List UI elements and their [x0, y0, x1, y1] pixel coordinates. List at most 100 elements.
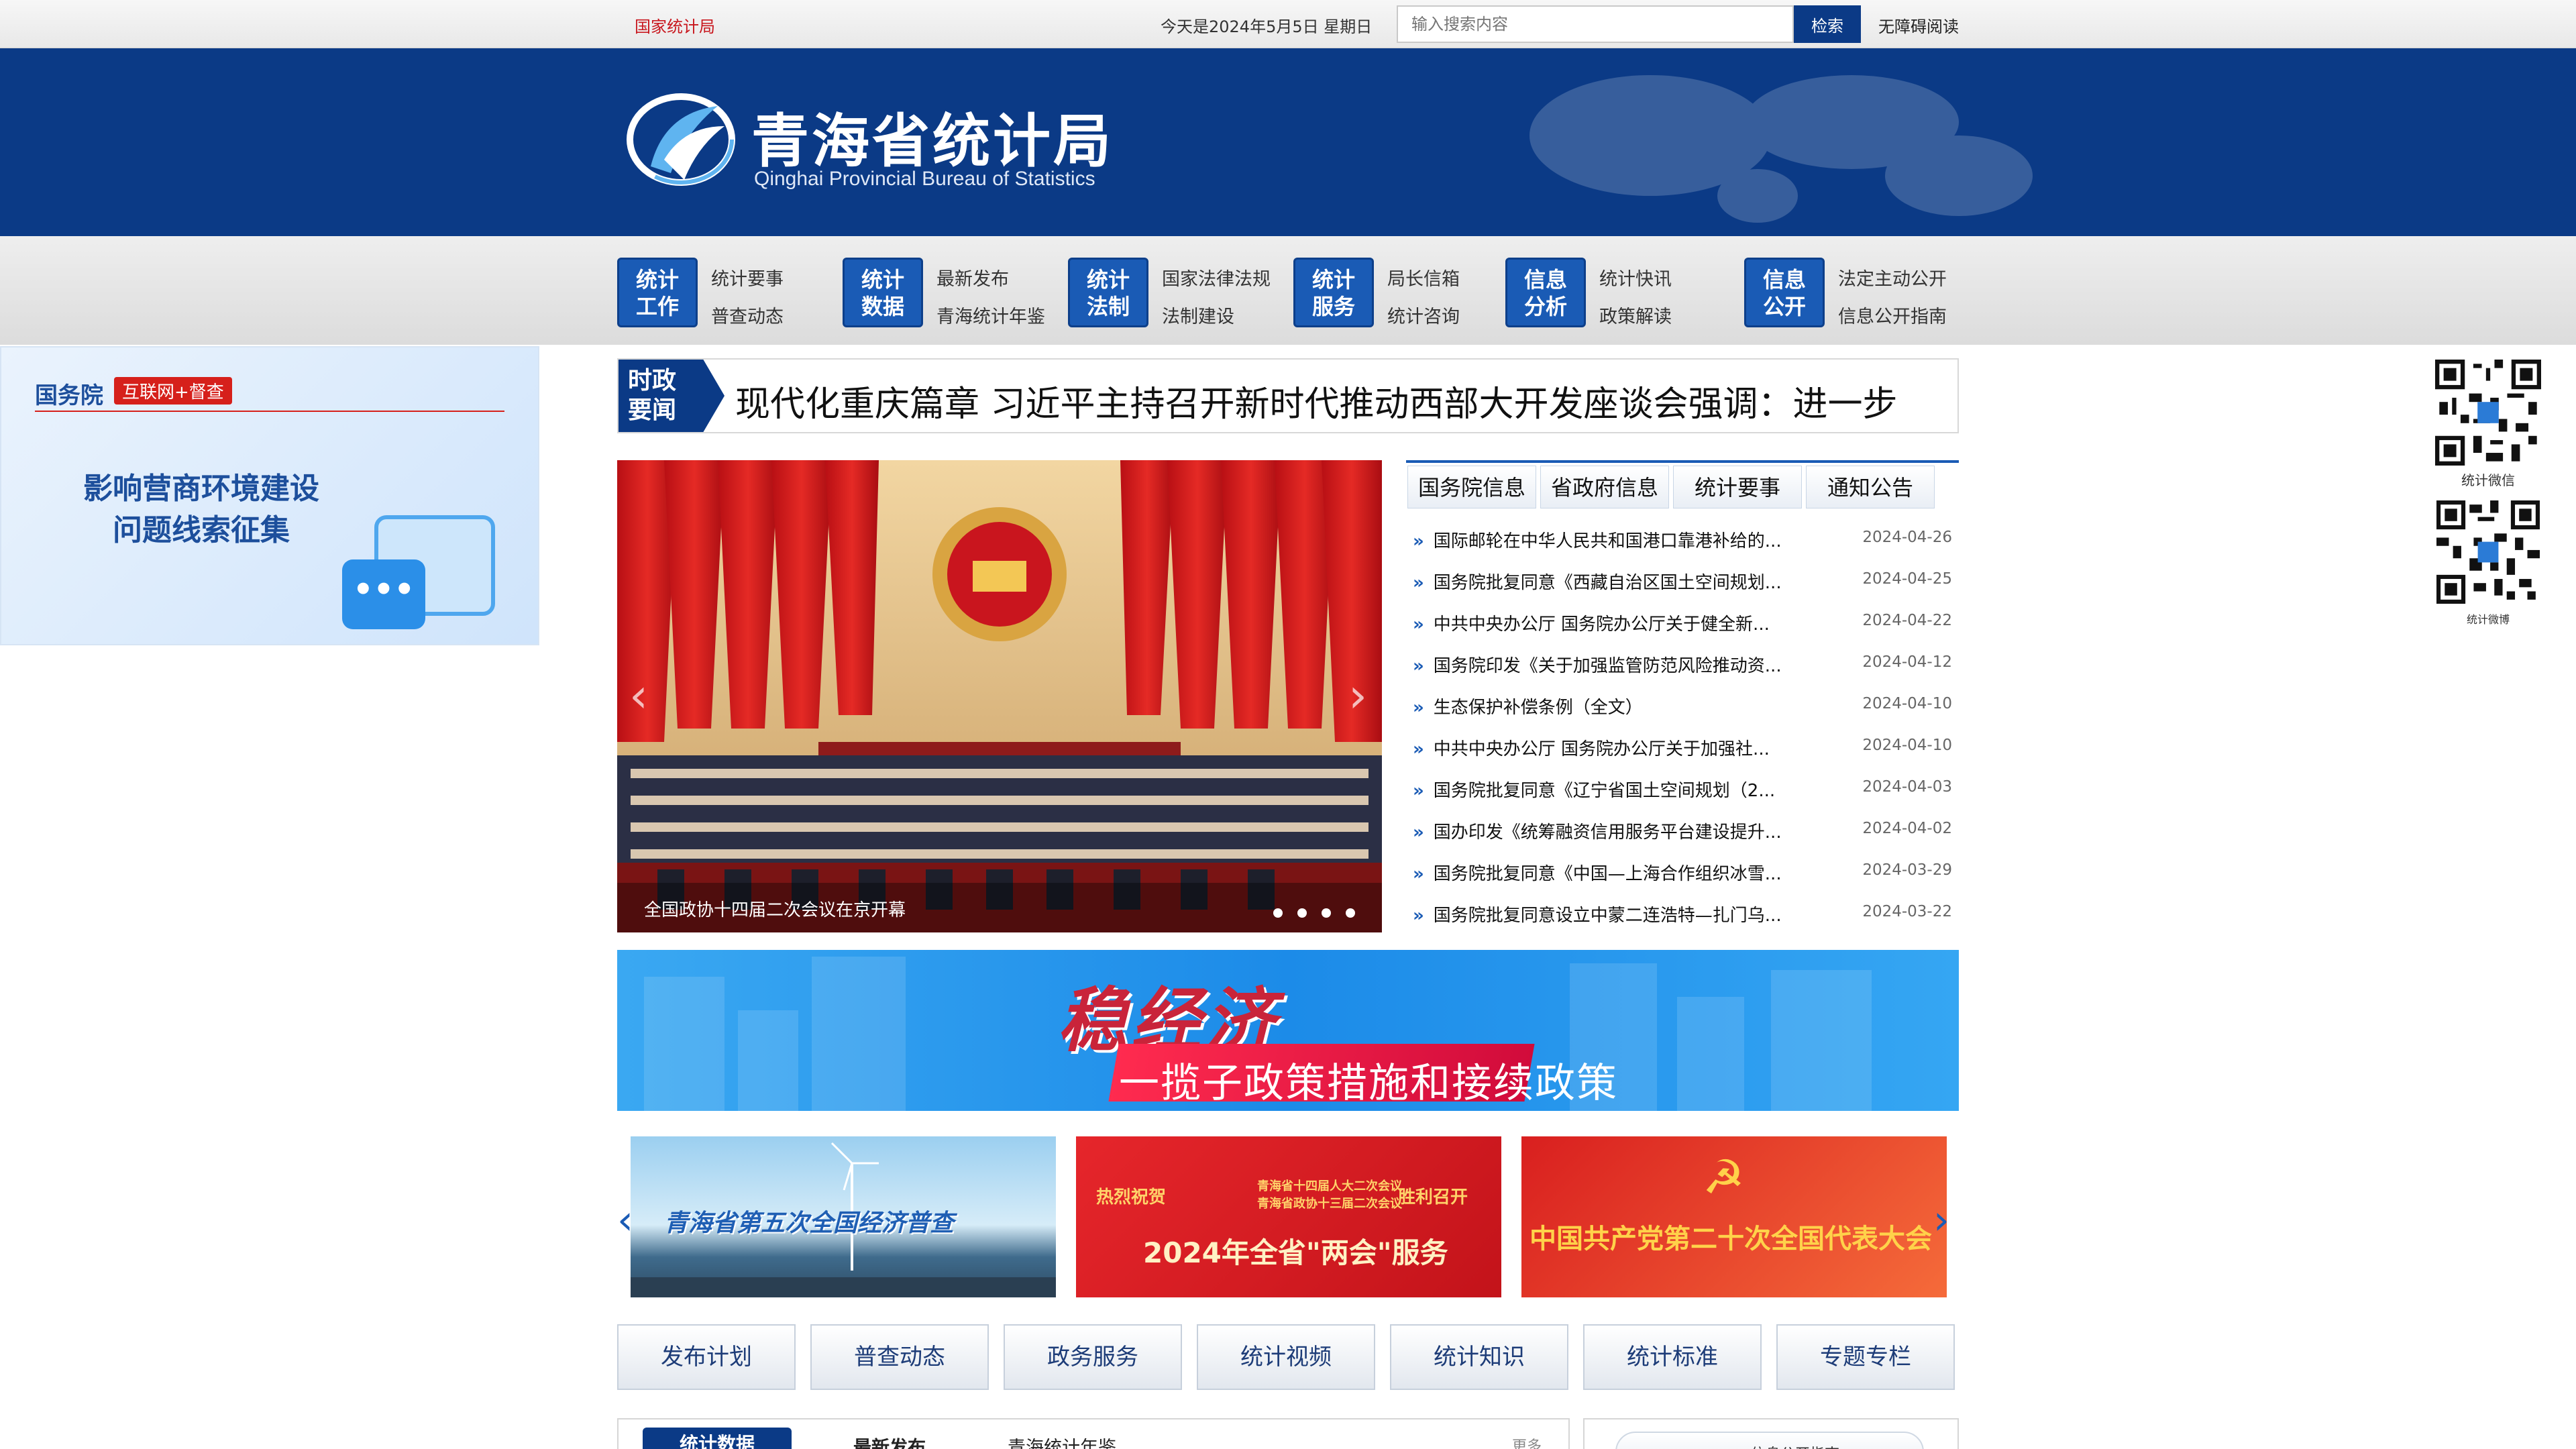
quick-link-census-news[interactable]: 普查动态	[810, 1324, 989, 1390]
nav-link[interactable]: 统计咨询	[1387, 302, 1460, 328]
building-shape	[1677, 997, 1744, 1111]
nav-badge[interactable]: 统计 数据	[843, 258, 923, 327]
promo-two-sessions-mid: 青海省十四届人大二次会议	[1257, 1179, 1402, 1193]
news-item[interactable]: » 国务院印发《关于加强监管防范风险推动资... 2024-04-12	[1413, 652, 1959, 679]
tab-state-council[interactable]: 国务院信息	[1407, 466, 1536, 508]
nav-link[interactable]: 法定主动公开	[1838, 264, 1947, 290]
promo-two-sessions-text: 2024年全省"两会"服务	[1143, 1236, 1448, 1269]
promo-two-sessions[interactable]: 热烈祝贺 青海省十四届人大二次会议 青海省政协十三届二次会议 胜利召开 2024…	[1076, 1136, 1501, 1297]
nav-link[interactable]: 法制建设	[1162, 302, 1234, 328]
tab-yearbook[interactable]: 青海统计年鉴	[1008, 1433, 1116, 1449]
arrow-icon: »	[1413, 656, 1424, 676]
accessibility-link[interactable]: 无障碍阅读	[1878, 13, 1959, 37]
site-header	[0, 48, 2576, 236]
carousel-dot[interactable]	[1322, 908, 1331, 918]
quick-link-release-plan[interactable]: 发布计划	[617, 1324, 796, 1390]
quick-link-knowledge[interactable]: 统计知识	[1390, 1324, 1568, 1390]
quick-link-gov-service[interactable]: 政务服务	[1004, 1324, 1182, 1390]
nav-badge[interactable]: 统计 服务	[1293, 258, 1374, 327]
bureau-logo-icon[interactable]	[624, 86, 738, 193]
search-button[interactable]: 检索	[1794, 5, 1861, 43]
banner-divider	[35, 411, 504, 412]
news-item[interactable]: » 国务院批复同意设立中蒙二连浩特—扎门乌... 2024-03-22	[1413, 902, 1959, 928]
nav-link[interactable]: 国家法律法规	[1162, 264, 1271, 290]
promo-party-congress[interactable]: ☭ 中国共产党第二十次全国代表大会	[1521, 1136, 1947, 1297]
arrow-icon: »	[1413, 864, 1424, 884]
promo-census[interactable]: 青海省第五次全国经济普查	[631, 1136, 1056, 1297]
banner-title-line2: 问题线索征集	[113, 513, 290, 547]
headline-news-bar[interactable]: 时政 要闻 现代化重庆篇章 习近平主持召开新时代推动西部大开发座谈会强调：进一步	[617, 358, 1959, 433]
news-tab-panel: 国务院信息 省政府信息 统计要事 通知公告 » 国际邮轮在中华人民共和国港口靠港补…	[1406, 460, 1959, 932]
stabilize-economy-banner[interactable]: 稳经济 一揽子政策措施和接续政策	[617, 950, 1959, 1111]
promo-two-sessions-mid2: 青海省政协十三届二次会议	[1257, 1197, 1402, 1211]
nav-link[interactable]: 青海统计年鉴	[936, 302, 1045, 328]
quick-link-videos[interactable]: 统计视频	[1197, 1324, 1375, 1390]
quick-link-special-topics[interactable]: 专题专栏	[1776, 1324, 1955, 1390]
site-title-en: Qinghai Provincial Bureau of Statistics	[754, 168, 1095, 190]
arrow-icon: »	[1413, 573, 1424, 593]
carousel-next-icon[interactable]: ›	[1348, 668, 1367, 723]
news-carousel[interactable]: ‹ › 全国政协十四届二次会议在京开幕	[617, 460, 1382, 932]
nav-badge[interactable]: 信息 分析	[1505, 258, 1586, 327]
building-shape	[738, 1010, 798, 1111]
disclosure-guide-panel: 信息公开指南	[1583, 1418, 1959, 1449]
tab-statistics-data[interactable]: 统计数据	[643, 1428, 792, 1449]
business-environment-banner[interactable]: 国务院 互联网+督查 影响营商环境建设 问题线索征集 •••	[0, 346, 539, 645]
nav-badge[interactable]: 信息 公开	[1744, 258, 1825, 327]
econ-banner-subtitle: 一揽子政策措施和接续政策	[1119, 1060, 1618, 1107]
carousel-dot[interactable]	[1346, 908, 1355, 918]
carousel-dot[interactable]	[1297, 908, 1307, 918]
nav-link[interactable]: 统计快讯	[1599, 264, 1672, 290]
wechat-qr-icon	[2428, 360, 2548, 466]
arrow-icon: »	[1413, 698, 1424, 718]
arrow-icon: »	[1413, 781, 1424, 801]
carousel-caption[interactable]: 全国政协十四届二次会议在京开幕	[644, 896, 906, 921]
news-item[interactable]: » 生态保护补偿条例（全文） 2024-04-10	[1413, 694, 1959, 720]
info-disclosure-guide-button[interactable]: 信息公开指南	[1615, 1432, 1924, 1449]
news-item[interactable]: » 中共中央办公厅 国务院办公厅关于健全新... 2024-04-22	[1413, 610, 1959, 637]
tabs-top-line	[1406, 460, 1959, 463]
chat-dots-icon: •••	[342, 559, 425, 629]
nav-link[interactable]: 局长信箱	[1387, 264, 1460, 290]
site-title-cn: 青海省统计局	[751, 108, 1114, 175]
nav-link[interactable]: 统计要事	[711, 264, 784, 290]
arrow-icon: »	[1413, 739, 1424, 759]
arrow-icon: »	[1413, 531, 1424, 551]
national-bureau-link[interactable]: 国家统计局	[635, 13, 715, 37]
news-item[interactable]: » 国办印发《统筹融资信用服务平台建设提升... 2024-04-02	[1413, 818, 1959, 845]
promo-two-sessions-suffix: 胜利召开	[1398, 1187, 1468, 1208]
tab-statistics-news[interactable]: 统计要事	[1673, 466, 1802, 508]
nav-link[interactable]: 政策解读	[1599, 302, 1672, 328]
banner-title-line1: 影响营商环境建设	[83, 472, 319, 506]
banner-org: 国务院	[35, 382, 103, 409]
nav-badge[interactable]: 统计 工作	[617, 258, 698, 327]
nav-link[interactable]: 最新发布	[936, 264, 1009, 290]
nav-link[interactable]: 普查动态	[711, 302, 784, 328]
carousel-prev-icon[interactable]: ‹	[629, 668, 648, 723]
search-input[interactable]	[1397, 5, 1794, 43]
promo-prev-icon[interactable]: ‹	[617, 1197, 633, 1244]
building-shape	[1771, 970, 1872, 1111]
news-item[interactable]: » 国务院批复同意《中国—上海合作组织冰雪... 2024-03-29	[1413, 860, 1959, 887]
news-item[interactable]: » 国际邮轮在中华人民共和国港口靠港补给的... 2024-04-26	[1413, 527, 1959, 554]
news-item[interactable]: » 中共中央办公厅 国务院办公厅关于加强社... 2024-04-10	[1413, 735, 1959, 762]
quick-link-standards[interactable]: 统计标准	[1583, 1324, 1762, 1390]
nav-link[interactable]: 信息公开指南	[1838, 302, 1947, 328]
news-item[interactable]: » 国务院批复同意《辽宁省国土空间规划（2... 2024-04-03	[1413, 777, 1959, 804]
hammer-sickle-icon: ☭	[1703, 1150, 1745, 1205]
promo-next-icon[interactable]: ›	[1933, 1197, 1949, 1244]
promo-two-sessions-top: 热烈祝贺	[1096, 1187, 1167, 1208]
building-shape	[812, 957, 906, 1111]
tab-notices[interactable]: 通知公告	[1806, 466, 1935, 508]
tab-latest-release[interactable]: 最新发布	[853, 1433, 926, 1449]
news-item[interactable]: » 国务院批复同意《西藏自治区国土空间规划... 2024-04-25	[1413, 569, 1959, 596]
carousel-dot[interactable]	[1273, 908, 1283, 918]
more-link[interactable]: 更多	[1512, 1434, 1542, 1449]
headline-text[interactable]: 现代化重庆篇章 习近平主持召开新时代推动西部大开发座谈会强调：进一步	[735, 376, 1898, 426]
banner-tag: 互联网+督查	[114, 377, 232, 405]
arrow-icon: »	[1413, 906, 1424, 926]
promo-party-congress-text: 中国共产党第二十次全国代表大会	[1529, 1224, 1932, 1254]
arrow-icon: »	[1413, 822, 1424, 843]
nav-badge[interactable]: 统计 法制	[1068, 258, 1148, 327]
tab-provincial-gov[interactable]: 省政府信息	[1540, 466, 1669, 508]
